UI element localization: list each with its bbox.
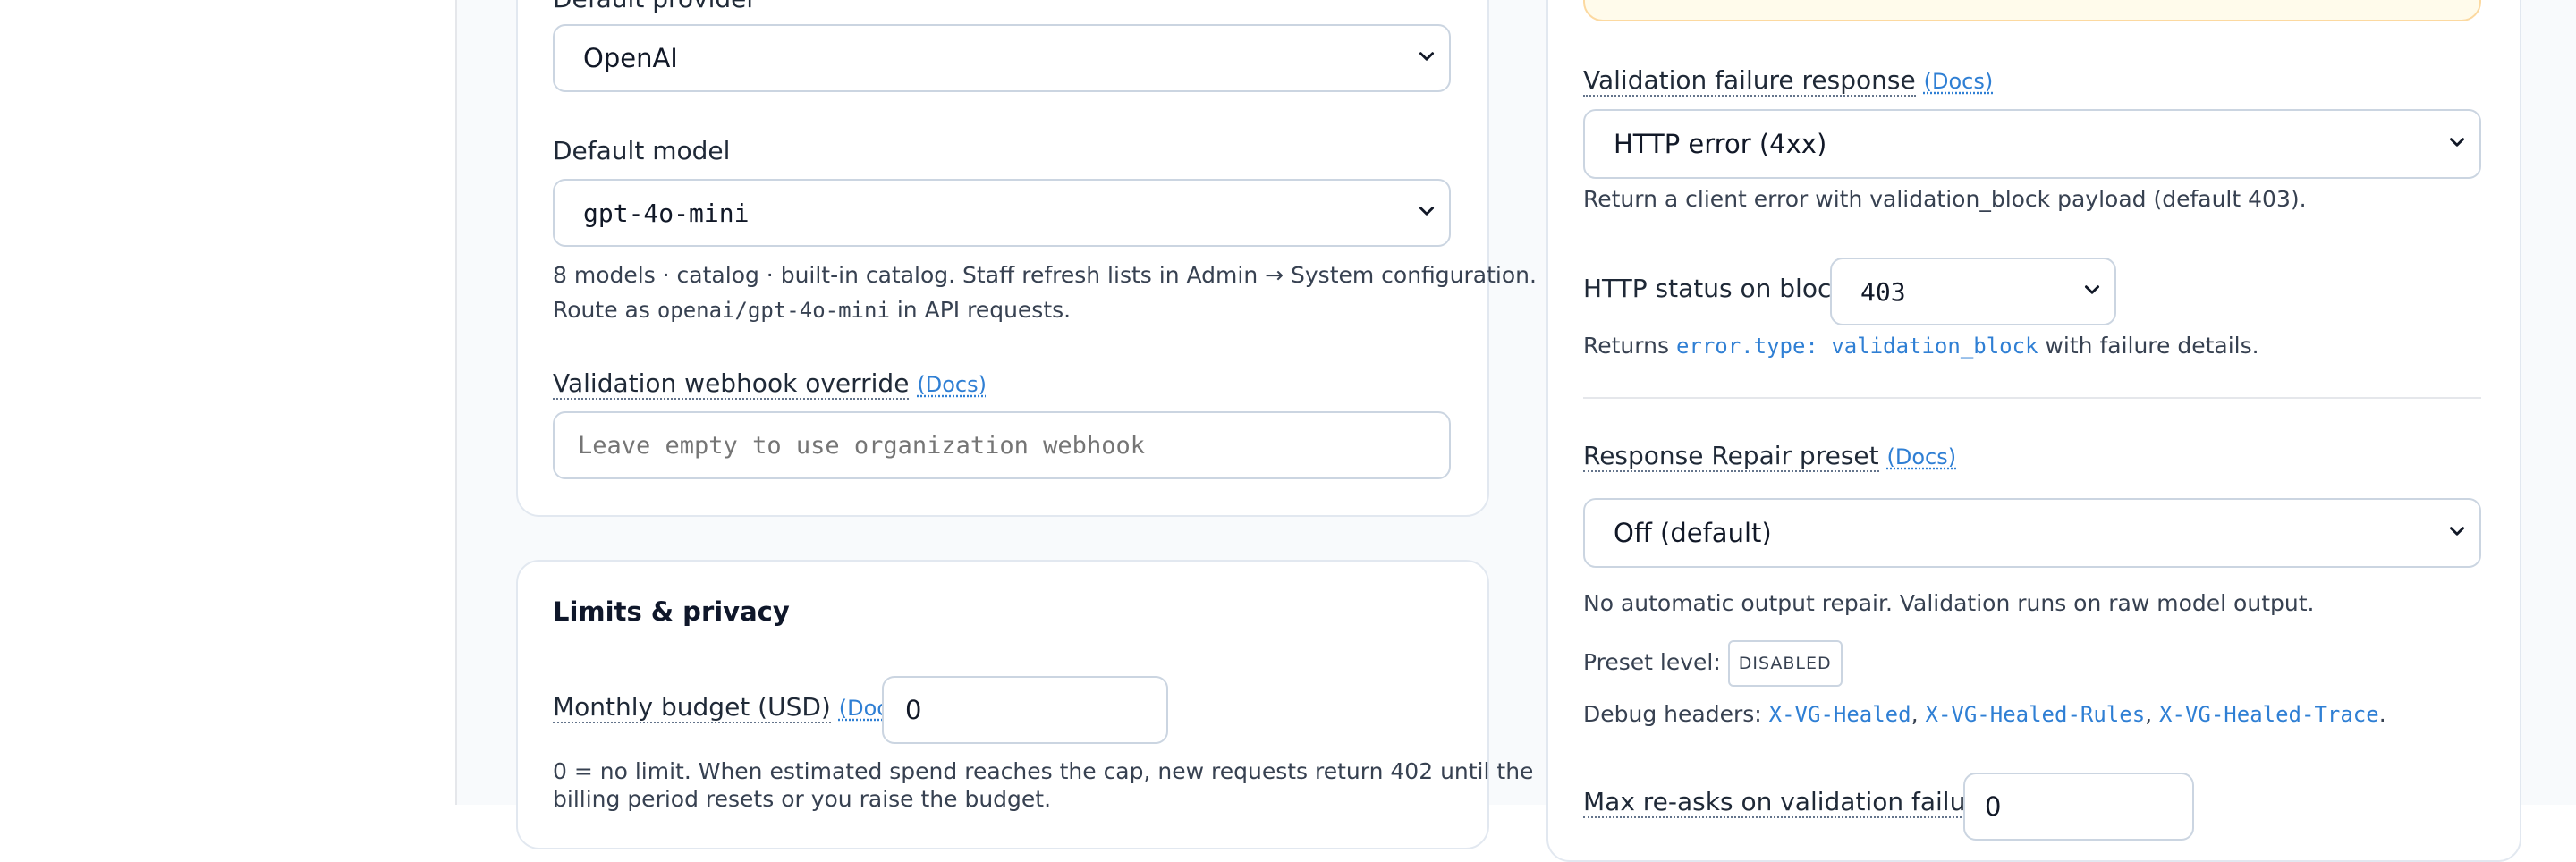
debug-header-healed-trace: X-VG-Healed-Trace — [2159, 702, 2379, 727]
debug-sep-2: , — [2145, 701, 2160, 727]
model-help-route: Route as openai/gpt-4o-mini in API reque… — [553, 292, 1071, 328]
repair-preset-label: Response Repair preset — [1583, 441, 1879, 472]
monthly-budget-input[interactable] — [882, 676, 1168, 744]
failure-response-label-row: Validation failure response (Docs) — [1583, 65, 1994, 97]
warning-banner — [1583, 0, 2481, 21]
http-status-help-suffix: with failure details. — [2038, 333, 2259, 359]
section-divider — [1583, 397, 2481, 399]
chevron-down-icon — [2084, 285, 2100, 294]
model-help-line1: 8 models · catalog · built-in catalog. S… — [553, 262, 1537, 288]
default-provider-select[interactable]: OpenAI — [553, 24, 1451, 92]
repair-preset-docs-link[interactable]: (Docs) — [1887, 444, 1957, 469]
max-reasks-label: Max re-asks on validation failure — [1583, 787, 1991, 818]
debug-header-healed: X-VG-Healed — [1768, 702, 1911, 727]
http-status-value: 403 — [1860, 276, 1906, 307]
failure-response-docs-link[interactable]: (Docs) — [1924, 69, 1994, 94]
default-model-label: Default model — [553, 136, 731, 165]
limits-privacy-title: Limits & privacy — [553, 596, 790, 627]
failure-response-help: Return a client error with validation_bl… — [1583, 186, 2307, 212]
repair-preset-select[interactable]: Off (default) — [1583, 498, 2481, 568]
webhook-override-label: Validation webhook override — [553, 368, 910, 400]
default-provider-label: Default provider — [553, 0, 757, 14]
http-status-help: Returns error.type: validation_block wit… — [1583, 328, 2259, 364]
chevron-down-icon — [2449, 138, 2465, 147]
monthly-budget-label: Monthly budget (USD) — [553, 692, 831, 723]
debug-sep-1: , — [1911, 701, 1926, 727]
chevron-down-icon — [2449, 527, 2465, 536]
preset-level-badge: DISABLED — [1727, 640, 1843, 687]
max-reasks-input[interactable] — [1963, 773, 2194, 841]
preset-level-row: Preset level: DISABLED — [1583, 640, 1843, 687]
failure-response-select[interactable]: HTTP error (4xx) — [1583, 109, 2481, 179]
http-status-label: HTTP status on block — [1583, 274, 1846, 303]
default-model-value: gpt-4o-mini — [583, 198, 750, 228]
repair-preset-value: Off (default) — [1614, 518, 1772, 548]
repair-preset-label-row: Response Repair preset (Docs) — [1583, 441, 1957, 472]
preset-level-label: Preset level: — [1583, 649, 1721, 675]
default-model-select[interactable]: gpt-4o-mini — [553, 179, 1451, 247]
budget-help-line2: billing period resets or you raise the b… — [553, 786, 1052, 812]
debug-headers-row: Debug headers: X-VG-Healed, X-VG-Healed-… — [1583, 697, 2386, 732]
error-type-code: error.type: validation_block — [1675, 334, 2038, 359]
debug-header-healed-rules: X-VG-Healed-Rules — [1925, 702, 2146, 727]
http-status-select[interactable]: 403 — [1830, 258, 2116, 325]
repair-preset-help: No automatic output repair. Validation r… — [1583, 590, 2315, 616]
webhook-docs-link[interactable]: (Docs) — [917, 372, 987, 397]
model-help-route-suffix: in API requests. — [889, 297, 1072, 323]
webhook-override-label-row: Validation webhook override (Docs) — [553, 368, 987, 400]
default-provider-value: OpenAI — [583, 43, 678, 73]
chevron-down-icon — [1419, 207, 1435, 216]
debug-headers-label: Debug headers: — [1583, 701, 1762, 727]
monthly-budget-label-row: Monthly budget (USD) (Docs) — [553, 692, 908, 723]
model-route-code: openai/gpt-4o-mini — [657, 298, 890, 323]
chevron-down-icon — [1419, 52, 1435, 61]
webhook-override-input[interactable] — [553, 411, 1451, 479]
debug-end: . — [2378, 701, 2386, 727]
failure-response-label: Validation failure response — [1583, 65, 1916, 97]
http-status-help-prefix: Returns — [1583, 333, 1676, 359]
model-help-route-prefix: Route as — [553, 297, 657, 323]
failure-response-value: HTTP error (4xx) — [1614, 129, 1827, 159]
max-reasks-label-text: Max re-asks on validation failure — [1583, 787, 1991, 818]
